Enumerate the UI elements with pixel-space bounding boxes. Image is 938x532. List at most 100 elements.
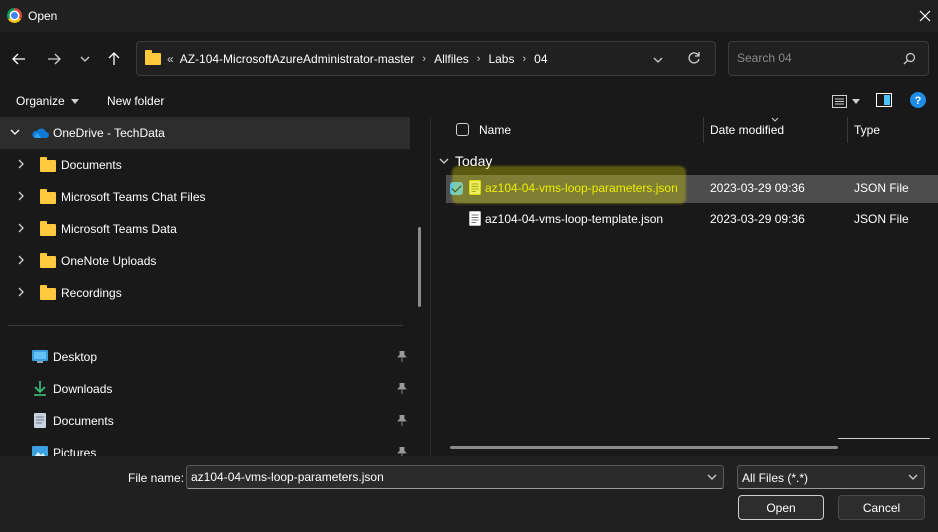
select-all-checkbox[interactable] (456, 123, 469, 136)
details-view-icon (832, 95, 847, 108)
nav-item-label: Downloads (53, 382, 113, 396)
breadcrumb-separator-icon[interactable]: › (522, 53, 526, 65)
organize-label: Organize (16, 94, 65, 108)
recent-locations-button[interactable] (73, 48, 97, 70)
nav-item-label: Desktop (53, 350, 98, 364)
nav-item-label: Microsoft Teams Chat Files (61, 190, 206, 204)
nav-item-label: Documents (61, 158, 122, 172)
horizontal-scrollbar[interactable] (450, 446, 838, 449)
caret-down-icon (70, 98, 79, 104)
organize-button[interactable]: Organize (16, 94, 79, 108)
quick-access-desktop[interactable]: Desktop (0, 341, 410, 373)
search-icon[interactable] (903, 52, 916, 68)
address-bar[interactable]: « AZ-104-MicrosoftAzureAdministrator-mas… (136, 41, 716, 76)
chevron-down-icon[interactable] (707, 472, 717, 482)
documents-icon (34, 413, 46, 428)
folder-icon (145, 50, 161, 65)
breadcrumb-item[interactable]: AZ-104-MicrosoftAzureAdministrator-maste… (180, 52, 415, 66)
breadcrumb-separator-icon[interactable]: › (422, 53, 426, 65)
search-box[interactable] (728, 41, 929, 76)
preview-pane-icon (876, 93, 892, 107)
file-row[interactable]: az104-04-vms-loop-template.json 2023-03-… (446, 206, 938, 234)
breadcrumb-item[interactable]: 04 (534, 52, 547, 66)
chevron-down-icon (439, 158, 449, 164)
breadcrumb-item[interactable]: Allfiles (434, 52, 469, 66)
cancel-button[interactable]: Cancel (838, 495, 925, 520)
chevron-right-icon[interactable] (16, 223, 26, 233)
back-button[interactable] (7, 48, 31, 70)
column-separator[interactable] (847, 117, 848, 143)
pictures-icon (32, 446, 48, 456)
quick-access-downloads[interactable]: Downloads (0, 373, 410, 405)
column-header-date[interactable]: Date modified (710, 123, 784, 137)
breadcrumb-item[interactable]: Labs (488, 52, 514, 66)
file-date: 2023-03-29 09:36 (710, 181, 805, 195)
window-title: Open (28, 9, 58, 23)
nav-item-onedrive[interactable]: OneDrive - TechData (0, 117, 410, 149)
chevron-down-icon (653, 57, 663, 63)
download-icon (34, 381, 46, 396)
pin-icon[interactable] (397, 351, 407, 362)
arrow-left-icon (12, 53, 25, 65)
navigation-bar: « AZ-104-MicrosoftAzureAdministrator-mas… (0, 32, 938, 86)
file-name-combobox[interactable] (186, 465, 724, 489)
dialog-footer: File name: All Files (*.*) Open Cancel (0, 456, 938, 532)
nav-item-folder[interactable]: OneNote Uploads (0, 245, 410, 277)
caret-down-icon (852, 99, 860, 104)
title-bar: Open (0, 0, 938, 32)
nav-scrollbar[interactable] (418, 227, 421, 307)
forward-button[interactable] (42, 48, 66, 70)
view-options-button[interactable] (832, 95, 860, 108)
json-file-icon (469, 211, 481, 226)
navigation-pane: OneDrive - TechData Documents Microsoft … (0, 117, 430, 456)
file-name-label: File name: (128, 471, 185, 485)
nav-item-label: Microsoft Teams Data (61, 222, 177, 236)
onedrive-icon (32, 128, 49, 138)
address-dropdown-button[interactable] (653, 54, 663, 68)
toolbar: Organize New folder ? (0, 86, 938, 117)
pin-icon[interactable] (397, 415, 407, 426)
pin-icon[interactable] (397, 447, 407, 456)
nav-item-folder[interactable]: Microsoft Teams Data (0, 213, 410, 245)
chevron-right-icon[interactable] (16, 159, 26, 169)
chevron-right-icon[interactable] (16, 191, 26, 201)
new-folder-button[interactable]: New folder (107, 94, 164, 108)
open-button[interactable]: Open (738, 495, 824, 520)
nav-item-folder[interactable]: Documents (0, 149, 410, 181)
nav-item-label: Pictures (53, 446, 97, 456)
nav-item-folder[interactable]: Microsoft Teams Chat Files (0, 181, 410, 213)
desktop-icon (32, 350, 48, 363)
refresh-button[interactable] (687, 51, 701, 68)
close-icon (919, 10, 931, 22)
pin-icon[interactable] (397, 383, 407, 394)
chevron-down-icon[interactable] (10, 127, 20, 137)
column-separator[interactable] (703, 117, 704, 143)
breadcrumb-separator-icon[interactable]: › (477, 53, 481, 65)
svg-text:?: ? (915, 95, 922, 107)
chrome-icon (7, 8, 22, 23)
nav-item-folder[interactable]: Recordings (0, 277, 410, 309)
column-header-name[interactable]: Name (479, 123, 511, 137)
up-button[interactable] (102, 48, 126, 70)
column-header-type[interactable]: Type (854, 123, 880, 137)
nav-item-label: Recordings (61, 286, 122, 300)
chevron-right-icon[interactable] (16, 255, 26, 265)
breadcrumb-overflow[interactable]: « (167, 52, 174, 66)
close-button[interactable] (912, 0, 938, 32)
chevron-down-icon (908, 474, 918, 480)
view-controls: ? (832, 92, 926, 111)
folder-icon (40, 285, 56, 300)
nav-item-label: OneDrive - TechData (53, 126, 165, 140)
chevron-right-icon[interactable] (16, 287, 26, 297)
help-icon: ? (910, 92, 926, 108)
search-input[interactable] (737, 51, 897, 65)
file-date: 2023-03-29 09:36 (710, 212, 805, 226)
preview-pane-button[interactable] (876, 93, 892, 110)
quick-access-documents[interactable]: Documents (0, 405, 410, 437)
scrollbar-track (838, 438, 930, 439)
quick-access-pictures[interactable]: Pictures (0, 437, 410, 456)
file-type-filter[interactable]: All Files (*.*) (737, 465, 925, 489)
chevron-down-icon (80, 56, 90, 62)
help-button[interactable]: ? (910, 92, 926, 111)
file-name-input[interactable] (191, 470, 691, 484)
